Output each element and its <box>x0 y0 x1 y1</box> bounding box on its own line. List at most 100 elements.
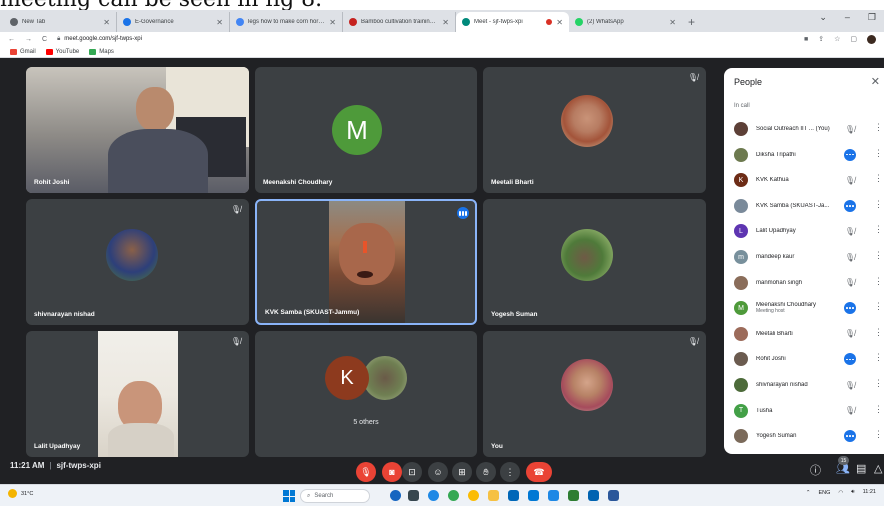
more-options-icon[interactable]: ⋮ <box>874 378 883 389</box>
browser-tab[interactable]: (2) WhatsApp ✕ <box>569 12 682 32</box>
people-list-row[interactable]: Yogesh Suman ⋮ <box>734 425 884 447</box>
green-app-icon[interactable] <box>568 490 579 501</box>
chrome-icon[interactable] <box>448 490 459 501</box>
mic-off-button[interactable]: 🎙︎ <box>356 462 376 482</box>
participant-tile[interactable]: 🎙︎̸ Lalit Upadhyay <box>26 331 249 457</box>
close-tab-icon[interactable]: ✕ <box>669 18 676 27</box>
reactions-button[interactable]: ☺ <box>428 462 448 482</box>
participant-tile[interactable]: Rohit Joshi <box>26 67 249 193</box>
restore-icon[interactable]: ❐ <box>868 12 876 23</box>
people-list-row[interactable]: L Lalit Upadhyay 🎙︎̸ ⋮ <box>734 220 884 242</box>
weather-widget[interactable]: 31°C <box>8 489 33 498</box>
more-options-icon[interactable]: ⋮ <box>874 429 883 440</box>
more-options-icon[interactable]: ⋮ <box>874 276 883 287</box>
volume-icon[interactable]: 🔊︎ <box>851 489 854 496</box>
chrome-profile-icon[interactable] <box>468 490 479 501</box>
word-icon[interactable] <box>608 490 619 501</box>
profile-avatar[interactable] <box>867 34 876 44</box>
system-clock[interactable]: 11:21 <box>863 489 876 496</box>
participant-tile-speaking[interactable]: KVK Samba (SKUAST-Jammu) <box>255 199 477 325</box>
leave-call-button[interactable]: ☎︎ <box>526 462 552 482</box>
info-icon[interactable]: ⓘ <box>810 462 821 478</box>
more-options-icon[interactable]: ⋮ <box>874 148 883 159</box>
search-icon: ⌕ <box>307 492 311 499</box>
chevron-up-icon[interactable]: ⌃ <box>806 490 811 496</box>
more-options-icon[interactable]: ⋮ <box>874 224 883 235</box>
more-options-icon[interactable]: ⋮ <box>874 301 883 312</box>
side-panel-icon[interactable]: ▢ <box>850 35 857 43</box>
address-bar[interactable]: 🔒︎ meet.google.com/sjf-twps-xpi <box>57 36 142 43</box>
browser-tab[interactable]: legs how to make corn horn box ✕ <box>230 12 343 32</box>
people-list-row[interactable]: Social Outreach IIT ... (You) 🎙︎̸ ⋮ <box>734 118 884 140</box>
participant-tile[interactable]: Yogesh Suman <box>483 199 706 325</box>
minimize-icon[interactable]: – <box>845 12 850 23</box>
start-button[interactable] <box>283 490 295 502</box>
share-icon[interactable]: ⇪ <box>818 35 824 43</box>
people-list-row[interactable]: M Meenakshi Choudhary Meeting host ⋮ <box>734 297 884 319</box>
more-options-icon[interactable]: ⋮ <box>874 250 883 261</box>
people-list-row[interactable]: T Tusha 🎙︎̸ ⋮ <box>734 400 884 422</box>
participant-tile-group[interactable]: K 5 others <box>255 331 477 457</box>
back-icon[interactable]: ← <box>8 36 15 43</box>
present-button[interactable]: ⊞ <box>452 462 472 482</box>
participant-name: manmohan singh <box>756 280 838 286</box>
participant-tile[interactable]: 🎙︎̸ Meetali Bharti <box>483 67 706 193</box>
close-tab-icon[interactable]: ✕ <box>442 18 449 27</box>
camera-icon[interactable]: ■ <box>804 36 808 43</box>
more-options-icon[interactable]: ⋮ <box>874 327 883 338</box>
close-tab-icon[interactable]: ✕ <box>556 18 563 27</box>
people-list-row[interactable]: Meetali Bharti 🎙︎̸ ⋮ <box>734 323 884 345</box>
participant-tile[interactable]: 🎙︎̸ shivnarayan nishad <box>26 199 249 325</box>
people-list-row[interactable]: manmohan singh 🎙︎̸ ⋮ <box>734 272 884 294</box>
chevron-down-icon[interactable]: ⌄ <box>819 12 827 23</box>
participant-tile[interactable]: M Meenakshi Choudhary <box>255 67 477 193</box>
more-options-icon[interactable]: ⋮ <box>874 173 883 184</box>
browser-tab[interactable]: Bamboo cultivation training at H ✕ <box>343 12 456 32</box>
edge-icon[interactable] <box>428 490 439 501</box>
chat-icon[interactable]: ▤ <box>856 462 866 475</box>
more-options-icon[interactable]: ⋮ <box>874 404 883 415</box>
participant-avatar: L <box>734 224 748 239</box>
raise-hand-button[interactable]: ✋︎ <box>476 462 496 482</box>
browser-tab-active[interactable]: Meet - sjf-twps-xpi ✕ <box>456 12 569 32</box>
camera-app-icon[interactable] <box>548 490 559 501</box>
more-options-button[interactable]: ⋮ <box>500 462 520 482</box>
people-list-row[interactable]: Diksha Tripathi ⋮ <box>734 144 884 166</box>
file-explorer-icon[interactable] <box>488 490 499 501</box>
close-tab-icon[interactable]: ✕ <box>329 18 336 27</box>
more-options-icon[interactable]: ⋮ <box>874 199 883 210</box>
cortana-icon[interactable] <box>390 490 401 501</box>
task-view-icon[interactable] <box>408 490 419 501</box>
wifi-icon[interactable]: ◠ <box>838 490 843 496</box>
people-list-row[interactable]: K KVK Kathua 🎙︎̸ ⋮ <box>734 169 884 191</box>
reload-icon[interactable]: C <box>42 36 47 43</box>
bookmark-maps[interactable]: Maps <box>89 48 114 55</box>
people-list-row[interactable]: Rohit Joshi ⋮ <box>734 348 884 370</box>
more-options-icon[interactable]: ⋮ <box>874 352 883 363</box>
lang-indicator[interactable]: ENG <box>818 490 830 496</box>
bookmark-gmail[interactable]: Gmail <box>10 48 36 55</box>
mail-icon[interactable] <box>528 490 539 501</box>
activities-icon[interactable]: △ <box>874 462 882 475</box>
people-list-row[interactable]: KVK Samba (SKUAST-Ja... ⋮ <box>734 195 884 217</box>
captions-button[interactable]: ⊡ <box>402 462 422 482</box>
bookmark-youtube[interactable]: YouTube <box>45 48 79 55</box>
people-list-row[interactable]: m mandeep kaur 🎙︎̸ ⋮ <box>734 246 884 268</box>
people-list-row[interactable]: shivnarayan nishad 🎙︎̸ ⋮ <box>734 374 884 396</box>
bookmark-star-icon[interactable]: ☆ <box>834 35 840 43</box>
store-icon[interactable] <box>508 490 519 501</box>
close-tab-icon[interactable]: ✕ <box>103 18 110 27</box>
photos-icon[interactable] <box>588 490 599 501</box>
new-tab-button[interactable]: + <box>682 12 701 32</box>
close-icon[interactable]: ✕ <box>871 75 880 88</box>
participant-avatar: K <box>325 356 369 400</box>
forward-icon[interactable]: → <box>25 36 32 43</box>
more-options-icon[interactable]: ⋮ <box>874 122 883 133</box>
speaking-indicator-icon <box>844 148 856 161</box>
close-tab-icon[interactable]: ✕ <box>216 18 223 27</box>
browser-tab[interactable]: New Tab ✕ <box>4 12 117 32</box>
browser-tab[interactable]: E-Governance ✕ <box>117 12 230 32</box>
taskbar-search[interactable]: ⌕ Search <box>300 489 370 503</box>
camera-off-button[interactable]: ◙ <box>382 462 402 482</box>
participant-tile-self[interactable]: 🎙︎̸ You <box>483 331 706 457</box>
